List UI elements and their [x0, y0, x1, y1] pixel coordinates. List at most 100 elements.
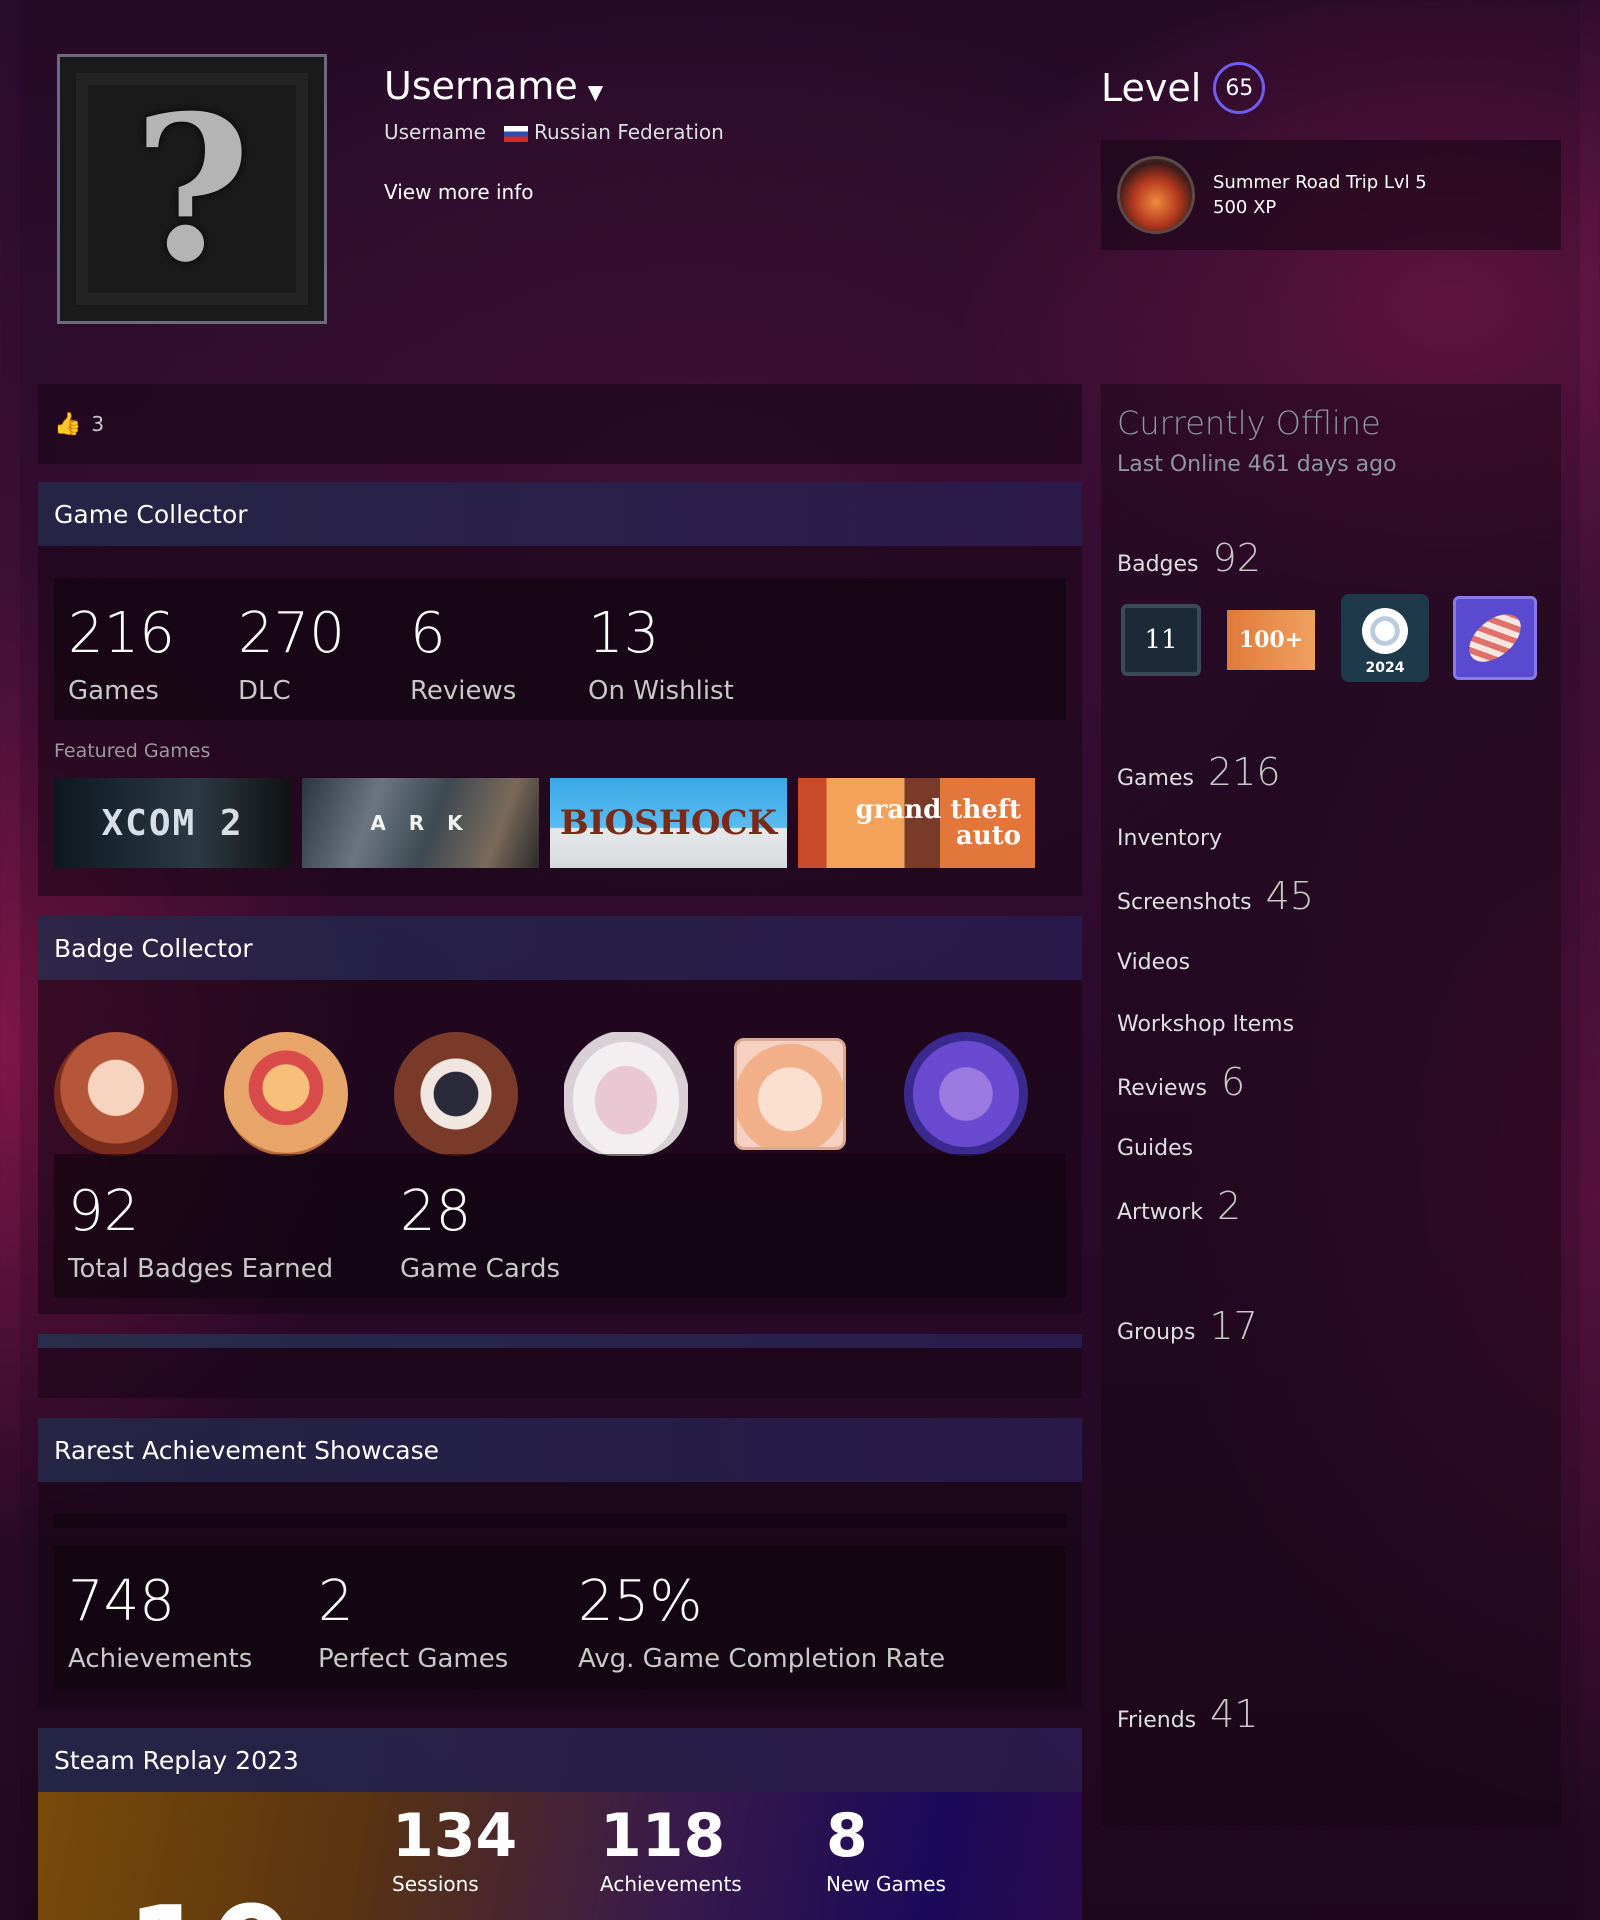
online-status: Currently Offline [1117, 404, 1381, 442]
badge-anime-girl[interactable] [54, 1032, 178, 1156]
featured-game-xcom2[interactable]: XCOM 2 [54, 778, 291, 868]
stat-label: Reviews [410, 676, 517, 706]
replay-sessions: 134 Sessions [392, 1806, 517, 1896]
stat-value: 270 [238, 601, 345, 666]
level-badge: 65 [1213, 62, 1266, 114]
profile-sidebar: Currently Offline Last Online 461 days a… [1101, 384, 1561, 1826]
sidebar-item-label: Groups [1117, 1320, 1196, 1345]
achievement-strip [54, 1514, 1066, 1528]
last-online: Last Online 461 days ago [1117, 452, 1397, 477]
replay-big-number: 10 [126, 1892, 293, 1920]
stat-total-badges[interactable]: 92 Total Badges Earned [68, 1179, 334, 1285]
sidebar-item-count: 45 [1265, 874, 1314, 918]
sidebar-item-count: 216 [1207, 750, 1281, 794]
badge-cat-girl[interactable] [734, 1038, 846, 1150]
replay-value: 118 [600, 1801, 726, 1871]
badge-strawberry-tart[interactable] [224, 1032, 348, 1156]
view-more-info-link[interactable]: View more info [384, 180, 534, 204]
stat-dlc[interactable]: 270 DLC [238, 601, 345, 707]
stat-achievements[interactable]: 748 Achievements [68, 1574, 253, 1675]
stat-games[interactable]: 216 Games [68, 606, 175, 707]
endorsement-bar: 👍 3 [38, 384, 1082, 464]
sidebar-item-label: Inventory [1117, 826, 1223, 851]
replay-value: 8 [826, 1801, 868, 1871]
showcase-title: Badge Collector [38, 916, 1082, 980]
endorse-count: 3 [91, 412, 105, 436]
question-mark-icon: ? [133, 71, 251, 307]
stat-completion-rate[interactable]: 25% Avg. Game Completion Rate [578, 1569, 945, 1675]
stat-value: 6 [410, 601, 446, 666]
steam-logo-icon [1362, 608, 1408, 654]
sidebar-item-friends[interactable]: Friends 41 [1117, 1692, 1258, 1736]
stat-label: Achievements [68, 1644, 253, 1674]
sidebar-item-groups[interactable]: Groups 17 [1117, 1304, 1258, 1348]
sidebar-item-count: 6 [1220, 1060, 1246, 1104]
sidebar-badges-link[interactable]: Badges 92 [1117, 536, 1261, 580]
sidebar-item-inventory[interactable]: Inventory [1117, 826, 1222, 851]
sidebar-item-guides[interactable]: Guides [1117, 1136, 1193, 1161]
persona-name: Username [384, 64, 578, 108]
sidebar-item-count: 41 [1210, 1692, 1259, 1736]
russia-flag-icon [503, 125, 528, 142]
replay-banner[interactable]: 10 134 Sessions 118 Achievements 8 New G… [38, 1792, 1082, 1920]
replay-achievements: 118 Achievements [600, 1806, 742, 1896]
stat-value: 92 [68, 1179, 140, 1244]
stat-reviews[interactable]: 6 Reviews [410, 601, 517, 707]
replay-label: Sessions [392, 1872, 479, 1896]
badge-purple-emblem[interactable] [904, 1032, 1028, 1156]
caret-down-icon: ▼ [587, 80, 604, 104]
stat-value: 2 [318, 1569, 354, 1634]
sidebar-item-label: Workshop Items [1117, 1012, 1295, 1037]
bread-icon [1460, 604, 1530, 672]
featured-games-label: Featured Games [54, 740, 211, 762]
stat-label: Games [68, 676, 159, 706]
sidebar-item-label: Friends [1117, 1708, 1197, 1733]
sidebar-badge-years-of-service[interactable]: 11 [1121, 604, 1201, 676]
replay-label: Achievements [600, 1872, 742, 1896]
sidebar-badge-bread[interactable] [1453, 596, 1537, 680]
badge-collector-showcase: Badge Collector 92 Total Badges Earned 2… [38, 916, 1082, 1314]
thumbs-up-icon[interactable]: 👍 [54, 412, 81, 437]
profile-subline: Username Russian Federation [384, 120, 724, 144]
sidebar-item-label: Screenshots [1117, 890, 1252, 915]
favorite-badge[interactable]: Summer Road Trip Lvl 5 500 XP [1101, 140, 1561, 250]
sidebar-badge-100-plus[interactable]: 100+ [1227, 610, 1315, 670]
stat-game-cards[interactable]: 28 Game Cards [400, 1184, 560, 1285]
real-name: Username [384, 120, 486, 144]
sidebar-item-label: Guides [1117, 1136, 1194, 1161]
game-collector-showcase: Game Collector 216 Games 270 DLC 6 Revie… [38, 482, 1082, 896]
sidebar-item-games[interactable]: Games 216 [1117, 750, 1281, 794]
empty-showcase-header [38, 1334, 1082, 1348]
stat-value: 25% [578, 1569, 703, 1634]
badge-portrait-frame[interactable] [394, 1032, 518, 1156]
stat-wishlist[interactable]: 13 On Wishlist [588, 606, 734, 707]
sidebar-item-reviews[interactable]: Reviews 6 [1117, 1060, 1245, 1104]
sidebar-item-count: 2 [1216, 1184, 1242, 1228]
favorite-badge-xp: 500 XP [1213, 197, 1277, 218]
showcase-title: Steam Replay 2023 [38, 1728, 1082, 1792]
sidebar-item-videos[interactable]: Videos [1117, 950, 1190, 975]
sidebar-item-screenshots[interactable]: Screenshots 45 [1117, 874, 1314, 918]
summer-road-trip-badge-icon [1117, 156, 1195, 234]
stat-label: Total Badges Earned [68, 1254, 334, 1284]
stat-perfect-games[interactable]: 2 Perfect Games [318, 1569, 508, 1675]
sidebar-item-label: Games [1117, 766, 1194, 791]
stat-label: On Wishlist [588, 676, 734, 706]
badge-teacup[interactable] [564, 1032, 688, 1156]
sidebar-badge-steam-2024[interactable]: 2024 [1341, 594, 1429, 682]
replay-new-games: 8 New Games [826, 1806, 946, 1896]
empty-showcase [38, 1334, 1082, 1398]
replay-value: 134 [392, 1801, 518, 1871]
featured-game-gta[interactable]: grand theft auto [798, 778, 1035, 868]
sidebar-item-label: Badges [1117, 552, 1199, 577]
persona-name-dropdown[interactable]: Username ▼ [384, 64, 603, 108]
showcase-title: Rarest Achievement Showcase [38, 1418, 1082, 1482]
sidebar-item-artwork[interactable]: Artwork 2 [1117, 1184, 1241, 1228]
sidebar-item-workshop[interactable]: Workshop Items [1117, 1012, 1294, 1037]
steam-replay-showcase: Steam Replay 2023 10 134 Sessions 118 Ac… [38, 1728, 1082, 1920]
avatar[interactable]: ? [57, 54, 327, 324]
featured-game-ark[interactable]: A R K [302, 778, 539, 868]
country: Russian Federation [503, 120, 724, 144]
featured-game-bioshock[interactable]: BIOSHOCK [550, 778, 787, 868]
sidebar-item-label: Artwork [1117, 1200, 1203, 1225]
